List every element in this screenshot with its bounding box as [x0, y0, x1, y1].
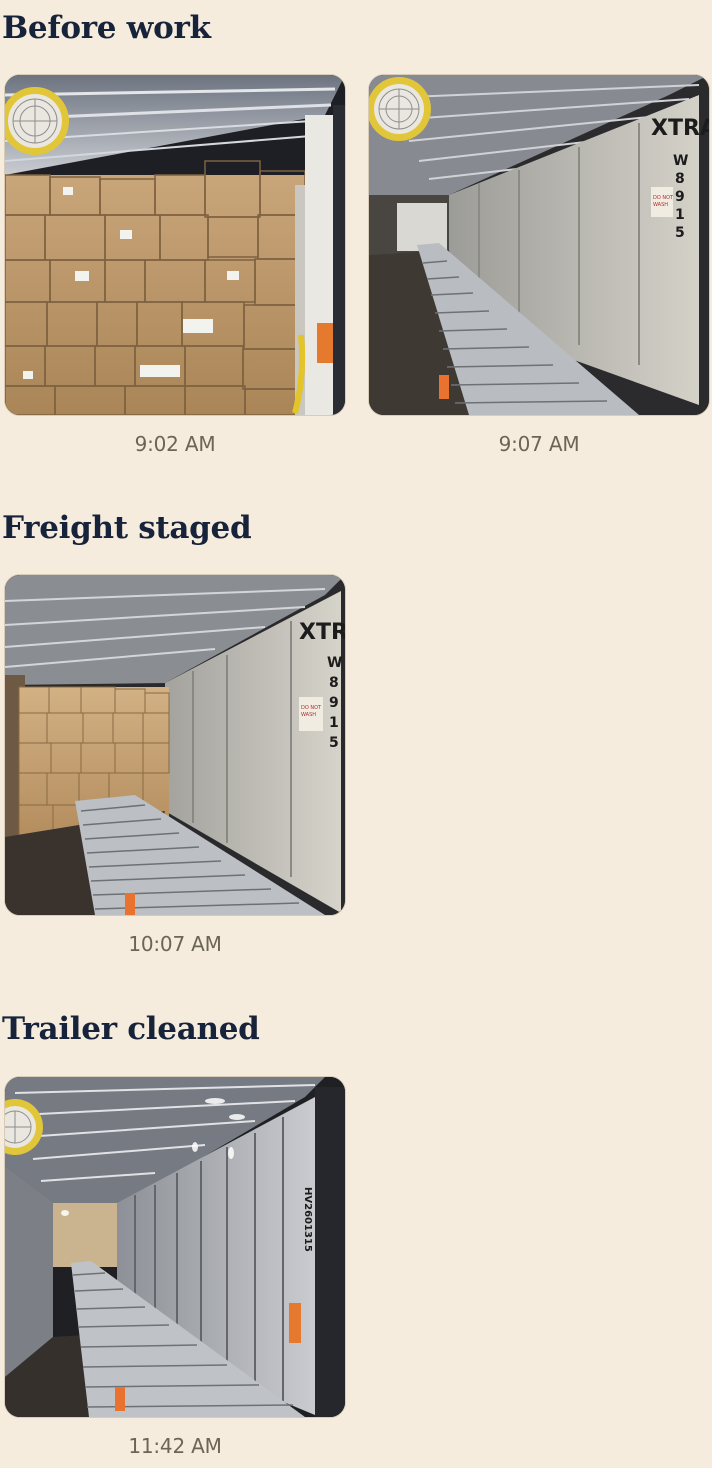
photo-timestamp: 11:42 AM [128, 1434, 222, 1458]
section-title: Before work [2, 10, 211, 46]
svg-text:HV2601315: HV2601315 [302, 1187, 313, 1252]
svg-text:DO NOT: DO NOT [301, 705, 322, 711]
svg-text:9: 9 [675, 189, 685, 205]
svg-text:8: 8 [675, 171, 685, 187]
svg-text:8: 8 [329, 675, 339, 691]
section-title: Trailer cleaned [2, 1011, 260, 1047]
svg-text:W: W [327, 655, 342, 671]
photo-timestamp: 9:02 AM [134, 432, 216, 456]
trailer-photo[interactable] [4, 74, 346, 416]
svg-text:W: W [673, 153, 688, 169]
svg-text:DO NOT: DO NOT [653, 195, 674, 201]
photo-timestamp: 9:07 AM [498, 432, 580, 456]
trailer-full-of-boxes-image [5, 75, 345, 415]
trailer-photo[interactable]: HV2601315 [4, 1076, 346, 1418]
trailer-empty-with-conveyor-image: XTRA W 8 9 1 5 DO NOT WASH [369, 75, 709, 415]
svg-text:5: 5 [675, 225, 685, 241]
svg-text:WASH: WASH [653, 202, 668, 208]
svg-text:9: 9 [329, 695, 339, 711]
photo-timestamp: 10:07 AM [128, 932, 222, 956]
section-title: Freight staged [2, 510, 252, 546]
svg-text:5: 5 [329, 735, 339, 751]
svg-text:WASH: WASH [301, 712, 316, 718]
svg-text:XTRA: XTRA [299, 620, 345, 645]
trailer-photo[interactable]: XTRA W 8 9 1 5 DO NOT WASH [368, 74, 710, 416]
clean-empty-trailer-conveyor-image: HV2601315 [5, 1077, 345, 1417]
boxes-staged-at-nose-conveyor-image: XTRA W 8 9 1 5 DO NOT WASH [5, 575, 345, 915]
svg-text:1: 1 [329, 715, 339, 731]
svg-text:1: 1 [675, 207, 685, 223]
svg-text:XTRA: XTRA [651, 116, 709, 141]
trailer-photo[interactable]: XTRA W 8 9 1 5 DO NOT WASH [4, 574, 346, 916]
